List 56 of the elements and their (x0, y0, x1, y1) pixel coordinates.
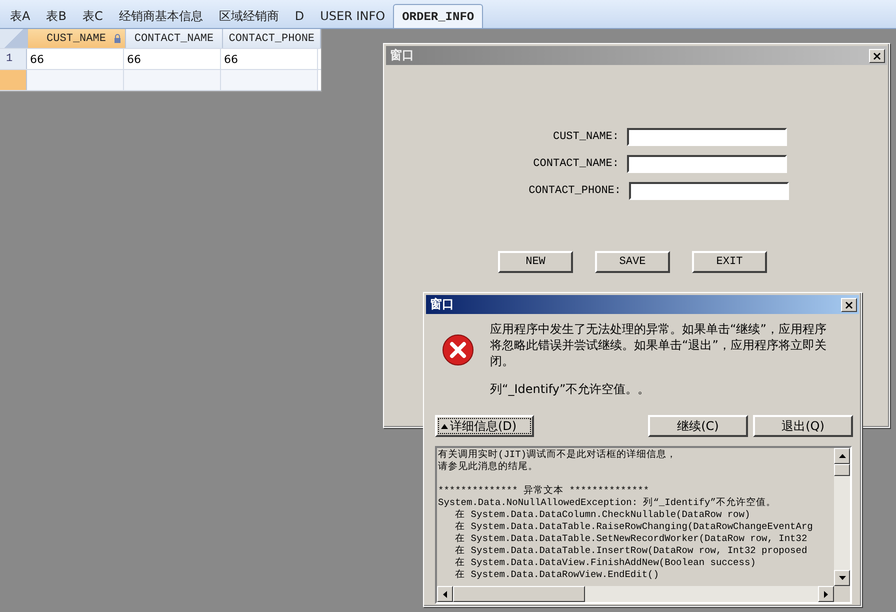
details-line: System.Data.NoNullAllowedException: 列“_Identify”不允许空值。 (438, 497, 776, 509)
field-label: CONTACT_PHONE: (528, 185, 621, 197)
scroll-thumb[interactable] (834, 464, 850, 476)
column-header[interactable]: CONTACT_NAME (126, 29, 224, 48)
input-field[interactable] (627, 128, 787, 146)
table-cell: 66 (124, 49, 221, 69)
table-cell: 66 (27, 49, 124, 69)
tab[interactable]: 表B (38, 4, 74, 28)
input-field[interactable] (629, 182, 789, 200)
details-line: 在 System.Data.DataRowView.EndEdit() (454, 569, 659, 581)
details-line: 在 System.Data.DataColumn.CheckNullable(DataRow row) (454, 509, 750, 521)
row-number: 1 (0, 49, 27, 69)
triangle-up-icon (441, 424, 448, 428)
tab[interactable]: ORDER_INFO (393, 4, 484, 28)
error-icon (442, 334, 474, 366)
details-button[interactable]: 详细信息(D) (435, 415, 534, 437)
error-detail: 列“_Identify”不允许空值。。 (490, 381, 651, 398)
column-header[interactable]: CUST_NAME (28, 29, 126, 48)
horizontal-scrollbar[interactable] (437, 586, 834, 602)
column-header[interactable]: CONTACT_PHONE (223, 29, 321, 48)
tab[interactable]: 区域经销商 (210, 4, 287, 28)
details-line: 在 System.Data.DataTable.SetNewRecordWorker(DataRow row, Int32 (454, 533, 808, 545)
error-message: 应用程序中发生了无法处理的异常。如果单击“继续”，应用程序将忽略此错误并尝试继续。如果单击“退出”，应用程序将立即关闭。 (490, 321, 828, 369)
right-arrow-icon[interactable] (824, 590, 828, 598)
details-line: ************** 异常文本 ************** (438, 485, 650, 497)
tab[interactable]: 表A (2, 4, 38, 28)
left-arrow-icon[interactable] (443, 590, 447, 598)
form-button[interactable]: EXIT (692, 251, 767, 273)
close-button[interactable]: × (869, 48, 885, 62)
details-line: 有关调用实时(JIT)调试而不是此对话框的详细信息， (438, 449, 677, 461)
form-button[interactable]: SAVE (595, 251, 670, 273)
vertical-scrollbar[interactable] (834, 448, 850, 586)
dialog-title: 窗口 (430, 296, 454, 313)
details-line: 请参见此消息的结尾。 (438, 461, 538, 473)
field-label: CONTACT_NAME: (533, 158, 619, 170)
field-label: CUST_NAME: (552, 131, 619, 143)
details-line: 在 System.Data.DataTable.InsertRow(DataRow row, Int32 proposed (454, 545, 808, 557)
input-field[interactable] (627, 155, 787, 173)
table-cell: 66 (221, 49, 318, 69)
tab[interactable]: USER INFO (312, 4, 394, 28)
dialog-button[interactable]: 继续(C) (648, 415, 748, 437)
new-row-header (0, 70, 27, 90)
window-title: 窗口 (390, 47, 414, 64)
details-line: 在 System.Data.DataView.FinishAddNew(Boolean success) (454, 557, 756, 569)
up-arrow-icon[interactable] (838, 454, 846, 458)
grid-corner (0, 29, 28, 48)
form-button[interactable]: NEW (498, 251, 573, 273)
down-arrow-icon[interactable] (838, 576, 846, 580)
close-button[interactable]: × (841, 298, 857, 312)
details-line: 在 System.Data.DataTable.RaiseRowChanging(DataRowChangeEventArg (454, 521, 813, 533)
dialog-button[interactable]: 退出(Q) (753, 415, 853, 437)
lock-icon (114, 34, 121, 43)
tab[interactable]: 经销商基本信息 (110, 4, 211, 28)
scroll-thumb[interactable] (453, 586, 585, 602)
tab[interactable]: D (286, 4, 312, 28)
tab[interactable]: 表C (74, 4, 111, 28)
